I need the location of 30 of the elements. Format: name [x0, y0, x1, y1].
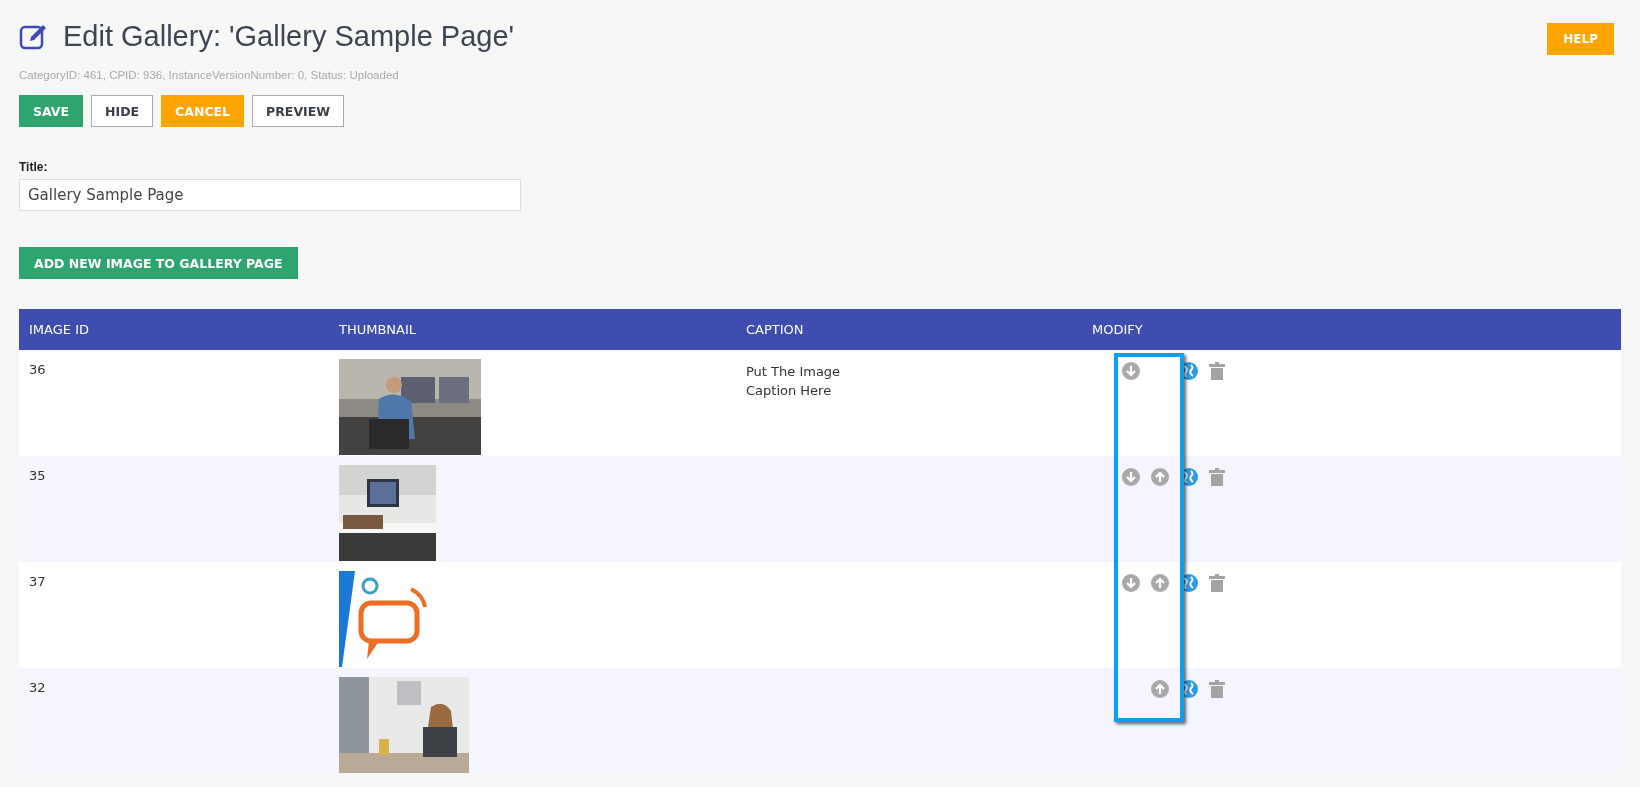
record-info: CategoryID: 461, CPID: 936, InstanceVersionNumber: 0, Status: Uploaded — [19, 69, 400, 81]
move-down-icon[interactable] — [1122, 468, 1140, 486]
move-up-icon[interactable] — [1151, 468, 1169, 486]
page-title: Edit Gallery: 'Gallery Sample Page' — [63, 20, 515, 53]
column-header: IMAGE ID — [28, 322, 90, 337]
action-button[interactable]: SAVE — [19, 95, 84, 127]
move-down-icon[interactable] — [1122, 574, 1140, 592]
move-down-icon[interactable] — [1122, 362, 1140, 380]
trash-icon[interactable] — [1209, 680, 1225, 698]
trash-icon[interactable] — [1209, 362, 1225, 380]
field-label: Title: — [19, 160, 49, 174]
title-field[interactable]: Gallery Sample Page — [19, 179, 521, 211]
image-id: 37 — [29, 574, 46, 589]
image-id: 32 — [29, 680, 46, 695]
column-header: MODIFY — [1091, 322, 1144, 337]
caption-text: Caption Here — [746, 383, 833, 398]
move-up-icon[interactable] — [1151, 574, 1169, 592]
move-up-icon[interactable] — [1151, 680, 1169, 698]
action-button[interactable]: CANCEL — [161, 95, 245, 127]
trash-icon[interactable] — [1209, 468, 1225, 486]
action-button[interactable]: PREVIEW — [252, 95, 345, 127]
column-header: THUMBNAIL — [338, 322, 418, 337]
column-header: CAPTION — [745, 322, 805, 337]
action-button[interactable]: HIDE — [91, 95, 154, 127]
image-id: 35 — [29, 468, 46, 483]
add-image-button[interactable]: ADD NEW IMAGE TO GALLERY PAGE — [19, 247, 298, 279]
image-id: 36 — [29, 362, 46, 377]
trash-icon[interactable] — [1209, 574, 1225, 592]
help-button[interactable]: HELP — [1547, 23, 1614, 55]
caption-text: Put The Image — [746, 364, 842, 379]
